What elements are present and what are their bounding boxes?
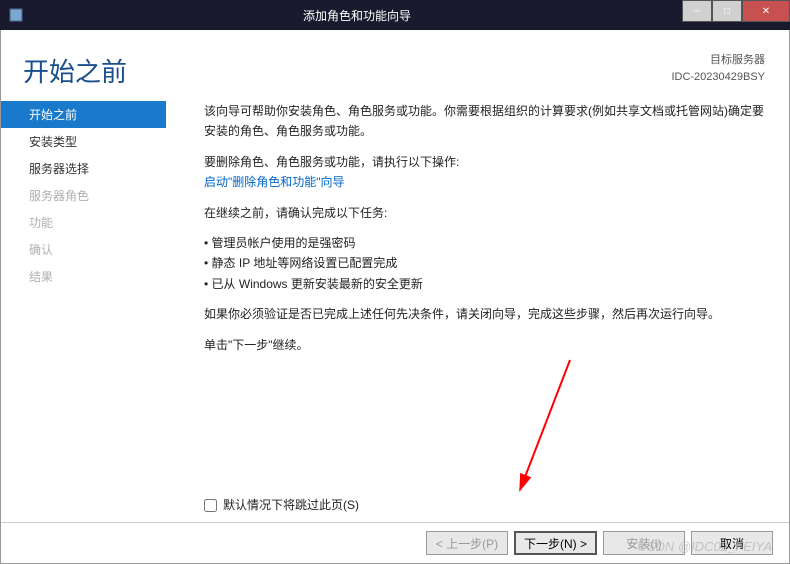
sidebar-item-features: 功能: [1, 209, 166, 236]
close-button[interactable]: ✕: [742, 0, 790, 22]
task-item: 静态 IP 地址等网络设置已配置完成: [204, 253, 765, 273]
body-section: 开始之前 安装类型 服务器选择 服务器角色 功能 确认 结果 该向导可帮助你安装…: [1, 101, 789, 522]
sidebar-item-confirmation: 确认: [1, 236, 166, 263]
task-item: 管理员帐户使用的是强密码: [204, 233, 765, 253]
sidebar-item-before-you-begin[interactable]: 开始之前: [1, 101, 166, 128]
target-server-value: IDC-20230429BSY: [671, 69, 765, 86]
previous-button: < 上一步(P): [426, 531, 508, 555]
sidebar-item-installation-type[interactable]: 安装类型: [1, 128, 166, 155]
remove-roles-label: 要删除角色、角色服务或功能，请执行以下操作:: [204, 155, 459, 169]
skip-page-row: 默认情况下将跳过此页(S): [204, 495, 765, 515]
window-title: 添加角色和功能向导: [32, 7, 682, 24]
verify-note: 如果你必须验证是否已完成上述任何先决条件，请关闭向导，完成这些步骤，然后再次运行…: [204, 304, 765, 324]
remove-roles-link[interactable]: 启动"删除角色和功能"向导: [204, 175, 345, 189]
titlebar: 添加角色和功能向导 ─ □ ✕: [0, 0, 790, 30]
cancel-button[interactable]: 取消: [691, 531, 773, 555]
footer-bar: < 上一步(P) 下一步(N) > 安装(I) 取消: [1, 522, 789, 563]
sidebar-item-server-roles: 服务器角色: [1, 182, 166, 209]
wizard-sidebar: 开始之前 安装类型 服务器选择 服务器角色 功能 确认 结果: [1, 101, 166, 522]
window-controls: ─ □ ✕: [682, 0, 790, 30]
target-server-info: 目标服务器 IDC-20230429BSY: [671, 52, 765, 85]
header-section: 开始之前 目标服务器 IDC-20230429BSY: [1, 30, 789, 101]
sidebar-item-server-selection[interactable]: 服务器选择: [1, 155, 166, 182]
intro-text: 该向导可帮助你安装角色、角色服务或功能。你需要根据组织的计算要求(例如共享文档或…: [204, 101, 765, 142]
next-button[interactable]: 下一步(N) >: [514, 531, 597, 555]
target-server-label: 目标服务器: [671, 52, 765, 69]
app-icon: [8, 7, 24, 23]
page-heading: 开始之前: [23, 52, 127, 89]
main-panel: 该向导可帮助你安装角色、角色服务或功能。你需要根据组织的计算要求(例如共享文档或…: [166, 101, 789, 522]
content-wrapper: 开始之前 目标服务器 IDC-20230429BSY 开始之前 安装类型 服务器…: [0, 30, 790, 564]
continue-note: 单击"下一步"继续。: [204, 335, 765, 355]
task-list: 管理员帐户使用的是强密码 静态 IP 地址等网络设置已配置完成 已从 Windo…: [204, 233, 765, 294]
maximize-button[interactable]: □: [712, 0, 742, 22]
task-item: 已从 Windows 更新安装最新的安全更新: [204, 274, 765, 294]
minimize-button[interactable]: ─: [682, 0, 712, 22]
pre-tasks-label: 在继续之前，请确认完成以下任务:: [204, 203, 765, 223]
install-button: 安装(I): [603, 531, 685, 555]
skip-page-label: 默认情况下将跳过此页(S): [223, 495, 359, 515]
skip-page-checkbox[interactable]: [204, 499, 217, 512]
sidebar-item-results: 结果: [1, 263, 166, 290]
